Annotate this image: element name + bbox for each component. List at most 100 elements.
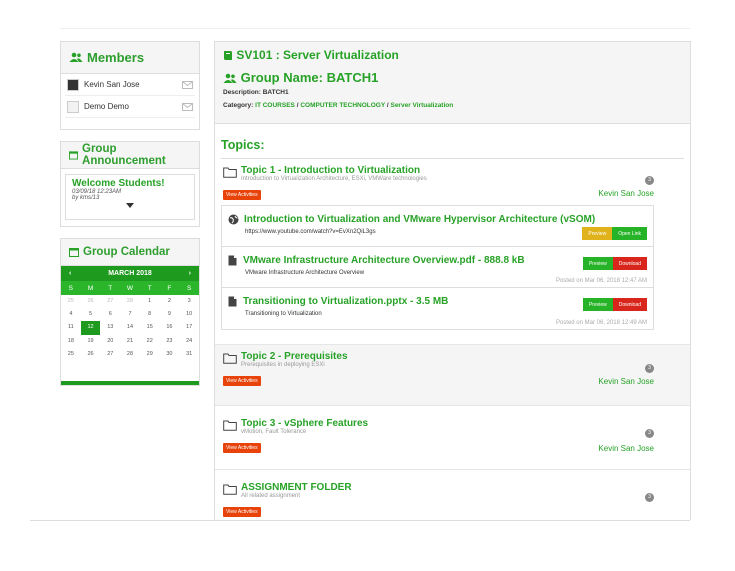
file-list: Introduction to Virtualization and VMwar… [221,205,654,330]
file-title[interactable]: Introduction to Virtualization and VMwar… [244,214,595,225]
topic-title[interactable]: Topic 1 - Introduction to Virtualization [241,165,427,176]
calendar-day[interactable]: 31 [179,348,199,361]
avatar [67,100,79,113]
calendar-day[interactable]: 5 [81,308,101,321]
top-divider [60,28,690,29]
calendar-day[interactable]: 28 [120,348,140,361]
file-title[interactable]: VMware Infrastructure Architecture Overv… [243,255,525,266]
preview-button[interactable]: Preview [582,257,613,270]
view-activities-button[interactable]: View Activities [223,443,261,453]
mail-icon[interactable] [182,102,193,111]
announcement-panel: Group Announcement Welcome Students! 03/… [60,141,200,227]
file-item: Introduction to Virtualization and VMwar… [222,206,653,247]
calendar-day[interactable]: 6 [100,308,120,321]
caret-down-icon[interactable] [126,203,134,208]
calendar-day[interactable]: 17 [179,321,199,334]
calendar-day[interactable]: 15 [140,321,160,334]
calendar-day[interactable]: 1 [140,295,160,308]
view-activities-button[interactable]: View Activities [223,190,261,200]
calendar-day[interactable]: 3 [179,295,199,308]
announcement-item[interactable]: Welcome Students! 03/09/18 12:23AM by km… [65,174,195,220]
topic-author: Kevin San Jose [598,377,654,386]
globe-icon [228,214,239,225]
calendar-day[interactable]: 23 [160,335,180,348]
members-panel: Members Kevin San Jose Demo Demo [60,41,200,130]
calendar-day[interactable]: 9 [160,308,180,321]
topic-author: Kevin San Jose [598,444,654,453]
file-icon [228,296,237,307]
file-item: Transitioning to Virtualization.pptx - 3… [222,288,653,329]
member-item[interactable]: Demo Demo [65,96,195,118]
calendar-day[interactable]: 20 [100,335,120,348]
folder-icon [223,167,237,178]
file-icon [228,255,237,266]
next-month-button[interactable]: › [189,270,191,277]
calendar-day[interactable]: 21 [120,335,140,348]
calendar-day[interactable]: 16 [160,321,180,334]
category-link[interactable]: IT COURSES [255,102,295,109]
calendar-day[interactable]: 4 [61,308,81,321]
activity-count-badge: 3 [645,429,654,438]
download-button[interactable]: Download [612,298,647,311]
calendar-day[interactable]: 25 [61,348,81,361]
activity-count-badge: 3 [645,176,654,185]
category-label: Category: [223,102,256,109]
avatar [67,78,79,91]
course-title: SV101 : Server Virtualization [236,48,399,62]
topic-item: ASSIGNMENT FOLDER All related assignment… [215,476,690,517]
calendar-day[interactable]: 27 [100,348,120,361]
calendar-day[interactable]: 12 [80,321,101,335]
announcement-title: Group Announcement [82,143,166,167]
category-link[interactable]: Server Virtualization [390,102,453,109]
topic-subtitle: Introduction to Virtualization Architect… [241,176,427,182]
calendar-month: MARCH 2018 [108,270,152,277]
topic-author: Kevin San Jose [598,189,654,198]
preview-button[interactable]: Preview [582,298,613,311]
topic-title[interactable]: Topic 3 - vSphere Features [241,418,368,429]
category-link[interactable]: COMPUTER TECHNOLOGY [300,102,385,109]
calendar-day[interactable]: 14 [120,321,140,334]
calendar-day[interactable]: 30 [160,348,180,361]
member-name: Kevin San Jose [84,80,140,89]
calendar-day[interactable]: 29 [140,348,160,361]
member-item[interactable]: Kevin San Jose [65,74,195,96]
prev-month-button[interactable]: ‹ [69,270,71,277]
mail-icon[interactable] [182,80,193,89]
calendar-day[interactable]: 24 [179,335,199,348]
calendar-day[interactable]: 25 [61,295,81,308]
calendar-day[interactable]: 18 [61,335,81,348]
calendar-day[interactable]: 26 [81,348,101,361]
book-icon [224,51,232,61]
topic-subtitle: vMotion, Fault Tolerance [241,429,307,435]
calendar-day[interactable]: 19 [81,335,101,348]
calendar-day[interactable]: 22 [140,335,160,348]
preview-button[interactable]: Preview [582,227,613,240]
calendar-day[interactable]: 26 [81,295,101,308]
topic-title[interactable]: Topic 2 - Prerequisites [241,351,348,362]
calendar-day[interactable]: 28 [120,295,140,308]
file-description: VMware Infrastructure Architecture Overv… [245,270,365,276]
file-title[interactable]: Transitioning to Virtualization.pptx - 3… [243,296,448,307]
group-name: Group Name: BATCH1 [240,70,379,85]
topic-item: Topic 3 - vSphere Features vMotion, Faul… [215,412,690,470]
calendar-day[interactable]: 11 [61,321,81,334]
view-activities-button[interactable]: View Activities [223,376,261,386]
calendar-icon [69,151,79,160]
calendar-footer-bar [61,381,199,385]
open-link-button[interactable]: Open Link [612,227,647,240]
calendar-day[interactable]: 27 [100,295,120,308]
calendar-day[interactable]: 2 [160,295,180,308]
weekday-label: T [108,284,113,292]
view-activities-button[interactable]: View Activities [223,507,261,517]
users-icon [69,52,83,62]
calendar-day[interactable]: 7 [120,308,140,321]
calendar-day[interactable]: 10 [179,308,199,321]
topic-item: Topic 2 - Prerequisites Prerequisites in… [215,344,690,406]
weekday-label: F [167,284,172,292]
calendar-day[interactable]: 8 [140,308,160,321]
topic-title[interactable]: ASSIGNMENT FOLDER [241,482,352,493]
member-name: Demo Demo [84,102,129,111]
calendar-day[interactable]: 13 [100,321,120,334]
users-icon [223,73,237,84]
download-button[interactable]: Download [612,257,647,270]
